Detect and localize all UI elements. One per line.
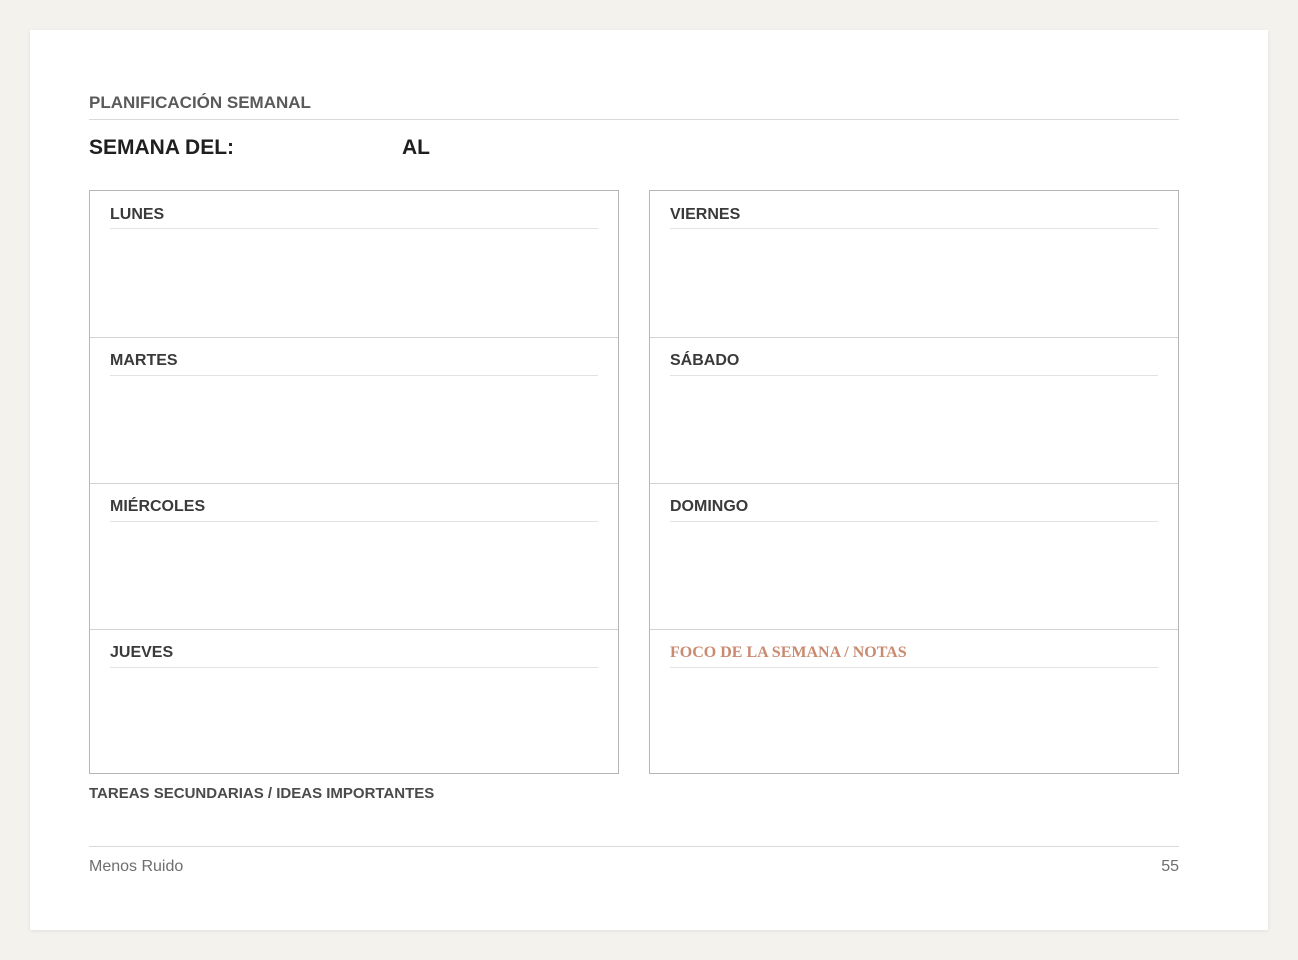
day-title: SÁBADO <box>670 352 740 369</box>
day-title-rule <box>110 228 598 229</box>
day-box-tuesday[interactable]: MARTES <box>90 337 618 483</box>
week-to-label: AL <box>402 136 430 159</box>
day-title-rule <box>110 375 598 376</box>
day-title-rule <box>670 228 1158 229</box>
page-number: 55 <box>1161 858 1179 875</box>
day-box-friday[interactable]: VIERNES <box>650 191 1178 336</box>
secondary-tasks-label: TAREAS SECUNDARIAS / IDEAS IMPORTANTES <box>89 785 435 802</box>
day-title: MARTES <box>110 352 178 369</box>
days-grid-left: LUNES MARTES MIÉRCOLES JUEVES <box>89 190 619 774</box>
focus-notes-box[interactable]: FOCO DE LA SEMANA / NOTAS <box>650 629 1178 775</box>
day-title: DOMINGO <box>670 498 749 515</box>
footer-brand: Menos Ruido <box>89 858 184 875</box>
day-box-saturday[interactable]: SÁBADO <box>650 337 1178 483</box>
day-title-rule <box>110 521 598 522</box>
section-title: PLANIFICACIÓN SEMANAL <box>89 93 311 112</box>
focus-title-rule <box>670 667 1158 668</box>
day-title-rule <box>670 375 1158 376</box>
day-title: MIÉRCOLES <box>110 498 206 515</box>
day-title: LUNES <box>110 206 165 223</box>
footer-divider <box>89 846 1179 847</box>
day-title-rule <box>110 667 598 668</box>
day-title-rule <box>670 521 1158 522</box>
header-divider <box>89 119 1179 120</box>
planner-page: PLANIFICACIÓN SEMANAL SEMANA DEL: AL LUN… <box>30 30 1268 930</box>
day-title: JUEVES <box>110 644 174 661</box>
day-title: VIERNES <box>670 206 741 223</box>
focus-title: FOCO DE LA SEMANA / NOTAS <box>670 644 907 661</box>
week-from-label: SEMANA DEL: <box>89 136 235 159</box>
day-box-thursday[interactable]: JUEVES <box>90 629 618 775</box>
day-box-sunday[interactable]: DOMINGO <box>650 483 1178 629</box>
days-grid-right: VIERNES SÁBADO DOMINGO FOCO DE LA SEMANA… <box>649 190 1179 774</box>
day-box-monday[interactable]: LUNES <box>90 191 618 336</box>
day-box-wednesday[interactable]: MIÉRCOLES <box>90 483 618 629</box>
